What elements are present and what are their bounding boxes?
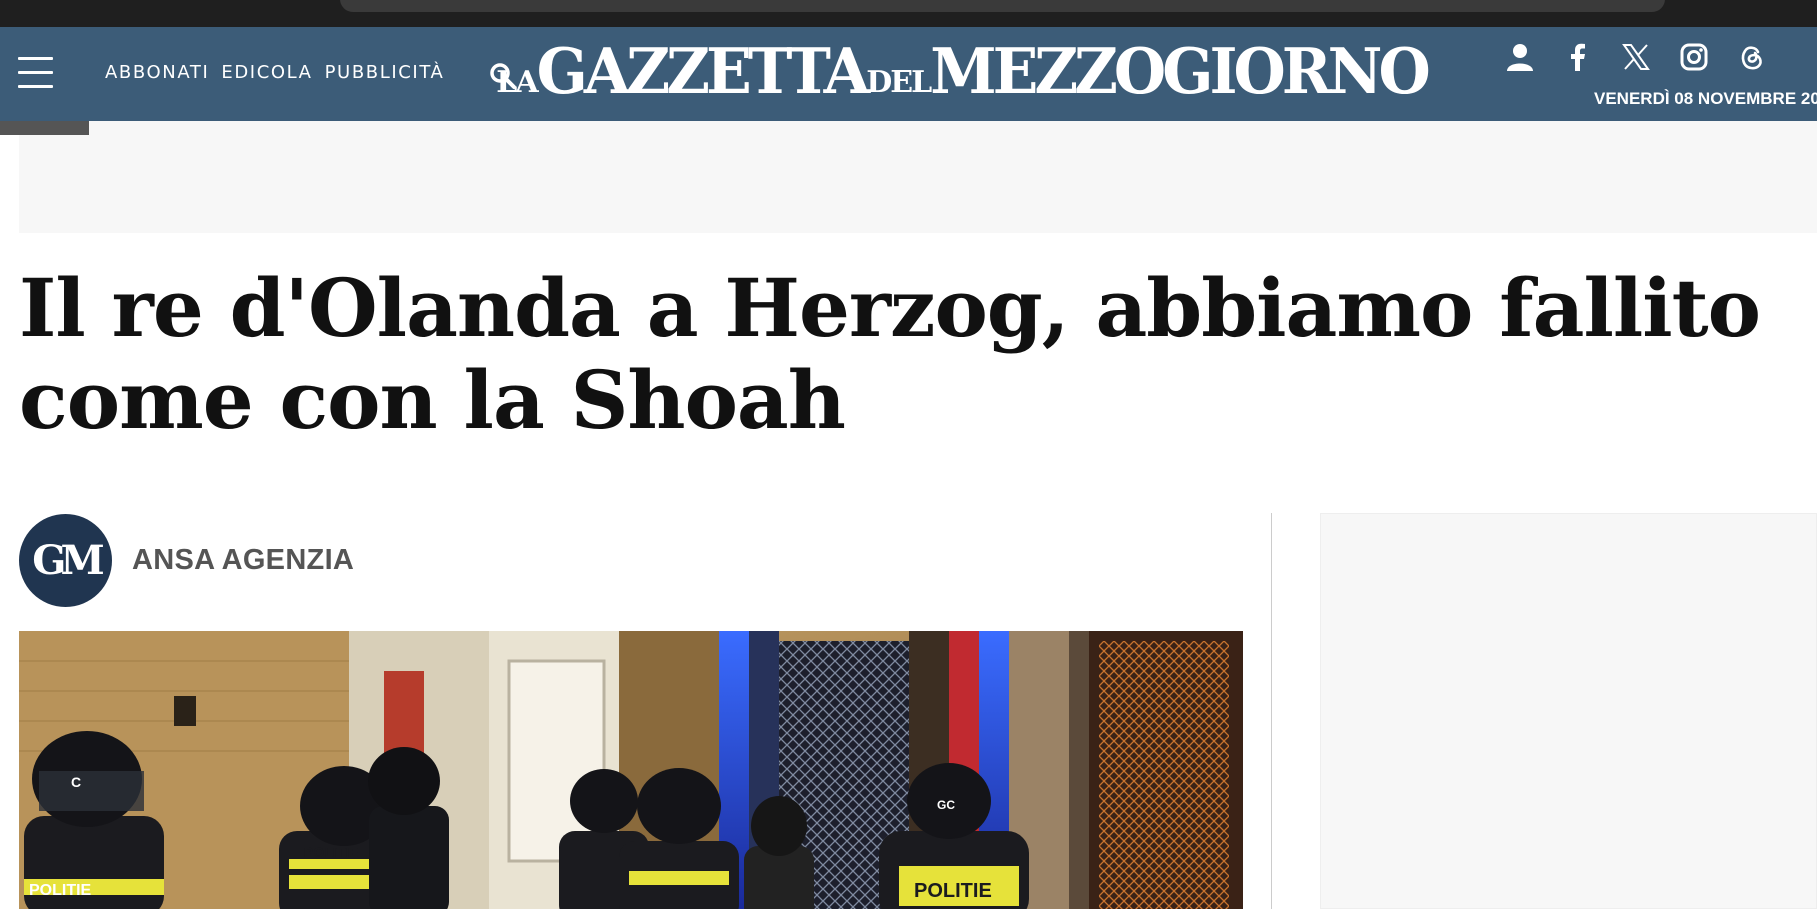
top-nav: ABBONATI EDICOLA PUBBLICITÀ [105,62,444,83]
article-author: GM ANSA AGENZIA [19,513,354,608]
header-date: VENERDÌ 08 NOVEMBRE 20 [1594,89,1817,108]
site-header: ABBONATI EDICOLA PUBBLICITÀ LA GAZZETTA … [0,27,1817,121]
social-icons [1502,39,1770,75]
photo-vest-politie-3: POLITIE [914,880,992,902]
photo-riot-police: C POLITIE POLITIE POLITIE GC [19,631,1243,909]
reading-progress-bar [0,121,89,135]
author-name[interactable]: ANSA AGENZIA [132,544,354,577]
menu-icon[interactable] [18,57,53,89]
browser-chrome [0,0,1817,27]
ad-banner [19,121,1817,233]
article-photo[interactable]: C POLITIE POLITIE POLITIE GC [19,631,1243,909]
instagram-icon[interactable] [1676,39,1712,75]
nav-link-abbonati[interactable]: ABBONATI [105,62,209,83]
photo-helmet-gc: GC [937,798,955,812]
nav-link-edicola[interactable]: EDICOLA [221,62,312,83]
facebook-icon[interactable] [1560,39,1596,75]
sidebar-ad [1320,513,1817,909]
photo-vest-politie-1: POLITIE [29,882,92,899]
threads-icon[interactable] [1734,39,1770,75]
photo-helmet-c: C [71,774,81,790]
nav-link-pubblicita[interactable]: PUBBLICITÀ [325,62,445,83]
photo-vest-politie-2: POLITIE [304,844,358,860]
column-divider [1271,513,1272,909]
user-icon[interactable] [1502,39,1538,75]
x-icon[interactable] [1618,39,1654,75]
address-bar[interactable] [340,0,1665,12]
article-headline: Il re d'Olanda a Herzog, abbiamo fallito… [19,261,1761,447]
author-avatar[interactable]: GM [19,514,112,607]
site-logo[interactable]: LA GAZZETTA DEL MEZZOGIORNO [496,35,1430,109]
